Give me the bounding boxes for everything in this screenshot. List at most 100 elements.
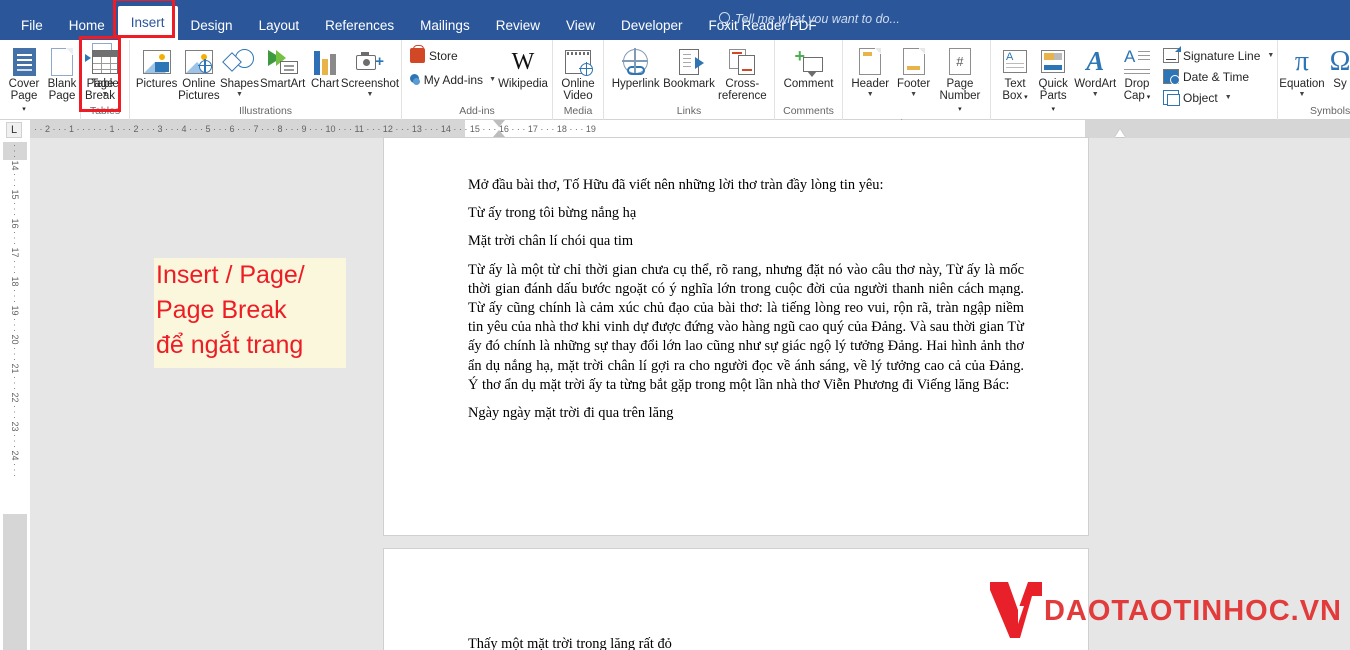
right-indent-marker[interactable] [1115, 129, 1125, 137]
hanging-indent-marker[interactable] [493, 130, 505, 137]
ribbon-group-links: Hyperlink Bookmark Cross- reference Link… [603, 40, 774, 120]
drop-cap-label: Drop Cap [1124, 78, 1151, 103]
hyperlink-button[interactable]: Hyperlink [609, 44, 662, 93]
tab-design[interactable]: Design [178, 11, 246, 40]
online-pictures-button[interactable]: Online Pictures [178, 44, 220, 104]
text-box-button[interactable]: A Text Box [996, 44, 1034, 105]
tab-file[interactable]: File [8, 11, 56, 40]
chevron-down-icon[interactable]: ▼ [910, 91, 917, 98]
tab-view[interactable]: View [553, 11, 608, 40]
online-video-button[interactable]: Online Video [558, 44, 598, 104]
object-button[interactable]: Object ▼ [1160, 89, 1272, 106]
tab-review[interactable]: Review [483, 11, 553, 40]
pictures-button[interactable]: Pictures [135, 44, 178, 93]
symbol-label: Sy [1333, 78, 1347, 90]
document-page-2[interactable]: Thấy một mặt trời trong lăng rất đỏ [384, 549, 1088, 650]
tab-insert[interactable]: Insert [117, 6, 178, 40]
date-time-icon [1163, 69, 1180, 85]
vertical-ruler-ticks: · · · 14 · · · 15 · · · 16 · · · 17 · · … [10, 144, 20, 478]
hyperlink-label: Hyperlink [611, 78, 660, 90]
cover-page-label: Cover Page [9, 78, 40, 116]
chevron-down-icon[interactable]: ▼ [236, 91, 243, 98]
blank-page-button[interactable]: Blank Page [43, 44, 81, 104]
wordart-label: WordArt [1074, 78, 1117, 90]
screenshot-label: Screenshot [340, 78, 400, 90]
bookmark-button[interactable]: Bookmark [662, 44, 715, 93]
ribbon-tabs: File Home Insert Design Layout References Mail… [0, 0, 1350, 40]
header-button[interactable]: Header ▼ [848, 44, 892, 100]
chevron-down-icon[interactable]: ▼ [367, 91, 374, 98]
quick-parts-button[interactable]: Quick Parts [1034, 44, 1072, 118]
first-line-indent-marker[interactable] [493, 120, 505, 127]
chevron-down-icon[interactable]: ▼ [1225, 94, 1232, 101]
chevron-down-icon[interactable]: ▼ [867, 91, 874, 98]
equation-button[interactable]: π Equation ▼ [1279, 44, 1324, 100]
my-addins-button[interactable]: My Add-ins ▼ [407, 71, 499, 88]
smartart-button[interactable]: SmartArt [259, 44, 306, 93]
document-page-1[interactable]: Mở đầu bài thơ, Tố Hữu đã viết nên những… [384, 138, 1088, 535]
chevron-down-icon[interactable]: ▼ [1092, 91, 1099, 98]
footer-button[interactable]: Footer ▼ [892, 44, 934, 100]
footer-label: Footer [897, 78, 931, 90]
group-label-symbols: Symbols [1310, 105, 1350, 117]
chevron-down-icon[interactable]: ▼ [489, 76, 496, 83]
tab-developer[interactable]: Developer [608, 11, 696, 40]
tab-stop-selector[interactable]: L [6, 122, 22, 138]
chevron-down-icon[interactable]: ▼ [1299, 91, 1306, 98]
page-1-body[interactable]: Mở đầu bài thơ, Tố Hữu đã viết nên những… [468, 176, 1024, 432]
screenshot-icon: + [356, 46, 384, 77]
chart-icon [314, 46, 337, 77]
shapes-button[interactable]: Shapes ▼ [220, 44, 260, 100]
pictures-icon [142, 46, 171, 77]
drop-cap-button[interactable]: A Drop Cap [1118, 44, 1156, 105]
object-label: Object [1183, 90, 1218, 105]
ribbon-group-addins: Store My Add-ins ▼ W Wikipedia Add-ins [401, 40, 552, 120]
chevron-down-icon[interactable]: ▼ [1267, 52, 1274, 59]
cover-page-icon [12, 46, 36, 77]
wordart-button[interactable]: A WordArt ▼ [1072, 44, 1118, 100]
cross-reference-button[interactable]: Cross- reference [716, 44, 769, 104]
annotation-line-1: Insert / Page/ [156, 261, 305, 289]
screenshot-button[interactable]: + Screenshot ▼ [340, 44, 400, 100]
smartart-label: SmartArt [259, 78, 306, 90]
wikipedia-button[interactable]: W Wikipedia [498, 44, 548, 93]
tab-layout[interactable]: Layout [246, 11, 313, 40]
tab-references[interactable]: References [312, 11, 407, 40]
ribbon-group-comments: + Comment Comments [774, 40, 842, 120]
blank-page-label: Blank Page [47, 78, 77, 102]
table-button[interactable]: Table ▼ [86, 44, 124, 100]
store-button[interactable]: Store [407, 45, 499, 64]
vertical-ruler[interactable]: L · · · 14 · · · 15 · · · 16 · · · 17 · … [0, 120, 30, 650]
group-label-links: Links [676, 105, 702, 117]
signature-line-button[interactable]: Signature Line ▼ [1160, 46, 1274, 64]
page-2-body[interactable]: Thấy một mặt trời trong lăng rất đỏ [468, 635, 1024, 650]
horizontal-ruler[interactable]: · · 2 · · · 1 · · · · · · 1 · · · 2 · · … [30, 120, 1350, 138]
ribbon-group-media: Online Video Media [552, 40, 603, 120]
tab-home[interactable]: Home [56, 11, 118, 40]
signature-line-icon [1163, 46, 1181, 63]
footer-icon [902, 46, 925, 77]
paragraph: Ngày ngày mặt trời đi qua trên lăng [468, 405, 674, 422]
symbol-button[interactable]: Ω Sy [1321, 44, 1350, 93]
smartart-icon [267, 46, 298, 77]
group-label-illustrations: Illustrations [238, 105, 293, 117]
new-comment-button[interactable]: + Comment [780, 44, 837, 93]
cross-reference-label: Cross- reference [718, 78, 767, 102]
wikipedia-label: Wikipedia [498, 78, 548, 90]
cross-reference-icon [729, 46, 756, 77]
date-time-label: Date & Time [1183, 69, 1250, 84]
date-time-button[interactable]: Date & Time [1160, 68, 1272, 85]
ribbon: Cover Page Blank Page Page Break Pages [0, 40, 1350, 130]
drop-cap-icon: A [1124, 46, 1150, 77]
text-box-icon: A [1003, 46, 1027, 77]
tell-me-search[interactable]: Tell me what you want to do... [718, 12, 900, 26]
paragraph: Từ ấy là một từ chỉ thời gian chưa cụ th… [468, 261, 1024, 393]
my-addins-label: My Add-ins [423, 72, 484, 87]
chart-button[interactable]: Chart [306, 44, 344, 93]
tab-mailings[interactable]: Mailings [407, 11, 483, 40]
cover-page-button[interactable]: Cover Page [5, 44, 43, 118]
chevron-down-icon[interactable]: ▼ [102, 91, 109, 98]
page-number-button[interactable]: # Page Number [935, 44, 985, 118]
shapes-icon [222, 46, 255, 77]
hyperlink-icon [622, 46, 649, 77]
